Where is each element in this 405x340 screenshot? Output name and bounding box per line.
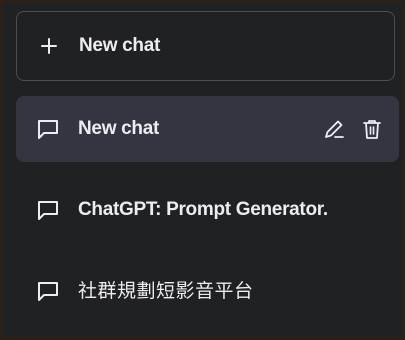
- chat-sidebar: New chat New chat ChatGPT: Prompt Genera…: [3, 3, 402, 337]
- chat-item[interactable]: 社群規劃短影音平台: [16, 258, 399, 324]
- chat-item-actions: [323, 118, 383, 140]
- new-chat-button[interactable]: New chat: [16, 11, 395, 81]
- message-square-icon: [36, 118, 60, 140]
- chat-item-title: 社群規劃短影音平台: [78, 280, 254, 302]
- title-fade-overlay: [349, 177, 399, 243]
- pencil-icon[interactable]: [323, 118, 345, 140]
- chat-item-active[interactable]: New chat: [16, 96, 399, 162]
- trash-icon[interactable]: [361, 118, 383, 140]
- plus-icon: [40, 37, 58, 55]
- message-square-icon: [36, 199, 60, 221]
- new-chat-label: New chat: [79, 35, 161, 56]
- chat-item-title: ChatGPT: Prompt Generator.: [78, 199, 328, 220]
- message-square-icon: [36, 280, 60, 302]
- chat-item-title: New chat: [78, 118, 160, 139]
- chat-history-list: New chat ChatGPT: Prompt Generator. 社群規劃…: [16, 96, 399, 324]
- chat-item[interactable]: ChatGPT: Prompt Generator.: [16, 177, 399, 243]
